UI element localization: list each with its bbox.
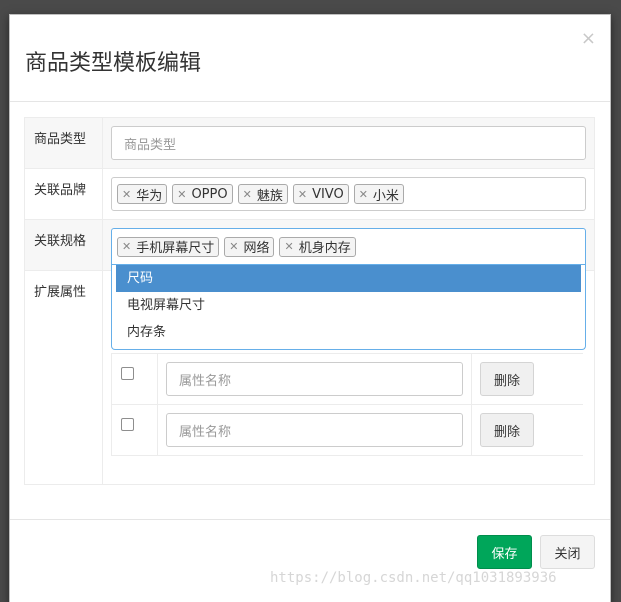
dropdown-option[interactable]: 尺码 — [116, 265, 581, 292]
tag-label: 网络 — [243, 241, 270, 256]
remove-tag-icon[interactable]: ✕ — [122, 240, 131, 253]
delete-button[interactable]: 删除 — [480, 413, 534, 447]
form-table: 商品类型 关联品牌 关联规格 扩展属性 商品类型 ✕ 华为 ✕ OPPO ✕ 魅族 ✕ VIV… — [24, 117, 595, 485]
tag-label: 机身内存 — [298, 241, 351, 256]
close-icon[interactable]: × — [581, 30, 596, 48]
selected-tag: ✕ 手机屏幕尺寸 — [117, 236, 220, 257]
dropdown-option[interactable]: 内存条 — [116, 319, 581, 346]
modal-header: 商品类型模板编辑 × — [10, 15, 610, 102]
attribute-table: 属性名称 删除 属性名称 删除 — [111, 353, 583, 473]
remove-tag-icon[interactable]: ✕ — [229, 240, 238, 253]
dropdown-option[interactable]: 电视屏幕尺寸 — [116, 292, 581, 319]
save-button[interactable]: 保存 — [477, 535, 532, 569]
selected-tag: ✕ 小米 — [353, 184, 404, 204]
table-border — [111, 353, 112, 455]
attribute-name-input[interactable]: 属性名称 — [166, 362, 463, 396]
attr-label: 扩展属性 — [34, 285, 87, 300]
row-checkbox[interactable] — [121, 367, 134, 380]
type-input[interactable]: 商品类型 — [111, 126, 586, 160]
selected-tag: ✕ 机身内存 — [279, 236, 356, 257]
table-border — [111, 455, 583, 456]
brand-label: 关联品牌 — [34, 183, 87, 198]
remove-tag-icon[interactable]: ✕ — [298, 188, 307, 201]
row-checkbox[interactable] — [121, 418, 134, 431]
tag-label: 魅族 — [256, 188, 283, 204]
attribute-name-input[interactable]: 属性名称 — [166, 413, 463, 447]
selected-tag: ✕ 华为 — [117, 184, 168, 204]
modal-dialog: 商品类型模板编辑 × 商品类型 关联品牌 关联规格 扩展属性 商品类型 ✕ 华为 ✕… — [9, 14, 611, 602]
label-column — [25, 118, 103, 484]
remove-tag-icon[interactable]: ✕ — [284, 240, 293, 253]
table-border — [111, 404, 583, 405]
tag-label: OPPO — [191, 186, 228, 202]
tag-label: VIVO — [312, 186, 344, 202]
spec-label: 关联规格 — [34, 234, 87, 249]
remove-tag-icon[interactable]: ✕ — [243, 188, 252, 201]
delete-button[interactable]: 删除 — [480, 362, 534, 396]
modal-title: 商品类型模板编辑 — [25, 51, 202, 76]
selected-tag: ✕ OPPO — [172, 184, 233, 204]
selected-tag: ✕ VIVO — [292, 184, 349, 204]
selected-tag: ✕ 魅族 — [237, 184, 288, 204]
watermark: https://blog.csdn.net/qq1031893936 — [270, 570, 557, 586]
row-divider — [25, 219, 594, 220]
table-border — [157, 353, 158, 455]
close-button[interactable]: 关闭 — [540, 535, 595, 569]
remove-tag-icon[interactable]: ✕ — [122, 188, 131, 201]
table-border — [471, 353, 472, 455]
tag-label: 手机屏幕尺寸 — [136, 241, 215, 256]
row-divider — [25, 168, 594, 169]
type-label: 商品类型 — [34, 132, 87, 147]
tag-label: 小米 — [372, 188, 399, 204]
table-border — [111, 353, 583, 354]
spec-select[interactable]: ✕ 手机屏幕尺寸 ✕ 网络 ✕ 机身内存 — [111, 228, 586, 265]
selected-tag: ✕ 网络 — [224, 236, 275, 257]
brand-select[interactable]: ✕ 华为 ✕ OPPO ✕ 魅族 ✕ VIVO ✕ 小米 — [111, 177, 586, 211]
remove-tag-icon[interactable]: ✕ — [359, 188, 368, 201]
spec-dropdown: 尺码 电视屏幕尺寸 内存条 — [111, 265, 586, 350]
remove-tag-icon[interactable]: ✕ — [177, 188, 186, 201]
modal-footer-divider — [10, 519, 610, 520]
tag-label: 华为 — [136, 188, 163, 204]
